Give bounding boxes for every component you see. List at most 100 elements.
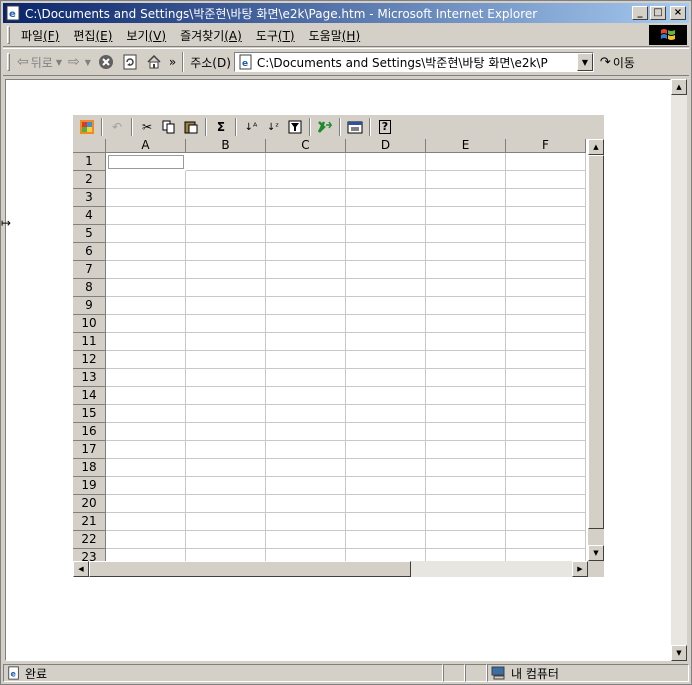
autofilter-button[interactable] bbox=[284, 116, 306, 138]
select-all-corner[interactable] bbox=[73, 139, 106, 153]
page-scroll-down-button[interactable]: ▼ bbox=[671, 645, 687, 661]
grid-cell[interactable] bbox=[186, 189, 266, 207]
grid-cell[interactable] bbox=[426, 513, 506, 531]
help-button[interactable]: ? bbox=[374, 116, 396, 138]
sheet-scroll-left-button[interactable]: ◀ bbox=[73, 561, 89, 577]
stop-button[interactable] bbox=[97, 53, 115, 71]
grid-cell[interactable] bbox=[266, 315, 346, 333]
grid-cell[interactable] bbox=[346, 351, 426, 369]
grid-cell[interactable] bbox=[506, 495, 586, 513]
grid-cell[interactable] bbox=[426, 495, 506, 513]
grid-cell[interactable] bbox=[186, 459, 266, 477]
grid-cell[interactable] bbox=[186, 405, 266, 423]
grid-cell[interactable] bbox=[106, 531, 186, 549]
page-vertical-scrollbar[interactable]: ▲ ▼ bbox=[671, 79, 687, 661]
close-button[interactable]: × bbox=[670, 6, 686, 20]
refresh-button[interactable] bbox=[121, 53, 139, 71]
go-button[interactable]: ↷ 이동 bbox=[600, 54, 635, 71]
column-header[interactable]: E bbox=[426, 139, 506, 153]
grid-cell[interactable] bbox=[346, 261, 426, 279]
sort-ascending-button[interactable]: ↓ᴬ bbox=[240, 116, 262, 138]
grid-cell[interactable] bbox=[106, 279, 186, 297]
grid-cell[interactable] bbox=[426, 297, 506, 315]
menu-edit[interactable]: 편집(E) bbox=[66, 25, 119, 46]
back-button[interactable]: ⇦ 뒤로 ▼ bbox=[14, 51, 65, 73]
menu-favorites[interactable]: 즐겨찾기(A) bbox=[173, 25, 249, 46]
grid-cell[interactable] bbox=[346, 279, 426, 297]
row-header[interactable]: 13 bbox=[73, 369, 106, 387]
forward-button[interactable]: ⇨ ▼ bbox=[65, 51, 94, 73]
row-header[interactable]: 9 bbox=[73, 297, 106, 315]
grid-cell[interactable] bbox=[106, 171, 186, 189]
grid-cell[interactable] bbox=[506, 261, 586, 279]
row-header[interactable]: 7 bbox=[73, 261, 106, 279]
row-header[interactable]: 15 bbox=[73, 405, 106, 423]
grid-cell[interactable] bbox=[426, 549, 506, 561]
grid-cell[interactable] bbox=[186, 369, 266, 387]
grid-cell[interactable] bbox=[506, 405, 586, 423]
grid-cell[interactable] bbox=[426, 369, 506, 387]
grid-cell[interactable] bbox=[106, 387, 186, 405]
grid-cell[interactable] bbox=[506, 225, 586, 243]
grid-cell[interactable] bbox=[426, 531, 506, 549]
grid-cell[interactable] bbox=[186, 279, 266, 297]
row-header[interactable]: 14 bbox=[73, 387, 106, 405]
grid-cell[interactable] bbox=[506, 333, 586, 351]
address-bar[interactable]: e C:\Documents and Settings\박준현\바탕 화면\e2… bbox=[233, 52, 594, 72]
grid-cell[interactable] bbox=[266, 441, 346, 459]
grid-cell[interactable] bbox=[426, 171, 506, 189]
grid-cell[interactable] bbox=[426, 387, 506, 405]
grid-cell[interactable] bbox=[346, 387, 426, 405]
row-header[interactable]: 12 bbox=[73, 351, 106, 369]
sheet-scroll-right-button[interactable]: ▶ bbox=[572, 561, 588, 577]
menu-view[interactable]: 보기(V) bbox=[119, 25, 173, 46]
grid-cell[interactable] bbox=[426, 207, 506, 225]
grid-cell[interactable] bbox=[506, 351, 586, 369]
grid-cell[interactable] bbox=[266, 243, 346, 261]
sheet-horizontal-scrollbar[interactable]: ◀ ▶ bbox=[73, 561, 588, 577]
grid-cell[interactable] bbox=[266, 549, 346, 561]
grid-cell[interactable] bbox=[266, 387, 346, 405]
grid-cell[interactable] bbox=[266, 405, 346, 423]
row-header[interactable]: 21 bbox=[73, 513, 106, 531]
sheet-scroll-up-button[interactable]: ▲ bbox=[588, 139, 604, 155]
grid-cell[interactable] bbox=[426, 459, 506, 477]
active-cell[interactable] bbox=[106, 153, 186, 171]
autosum-button[interactable]: Σ bbox=[210, 116, 232, 138]
grid-cell[interactable] bbox=[346, 423, 426, 441]
row-header[interactable]: 5 bbox=[73, 225, 106, 243]
grid-cell[interactable] bbox=[266, 225, 346, 243]
grid-cell[interactable] bbox=[266, 369, 346, 387]
grid-cell[interactable] bbox=[266, 207, 346, 225]
grid-cell[interactable] bbox=[266, 495, 346, 513]
grid-cell[interactable] bbox=[266, 153, 346, 171]
grid-cell[interactable] bbox=[426, 333, 506, 351]
undo-button[interactable]: ↶ bbox=[106, 116, 128, 138]
sheet-vertical-thumb[interactable] bbox=[588, 155, 604, 529]
grid-cell[interactable] bbox=[106, 261, 186, 279]
grid-cell[interactable] bbox=[266, 423, 346, 441]
grid-cell[interactable] bbox=[106, 369, 186, 387]
sheet-vertical-scrollbar[interactable]: ▲ ▼ bbox=[588, 139, 604, 561]
sort-descending-button[interactable]: ↓ᶻ bbox=[262, 116, 284, 138]
grid-cell[interactable] bbox=[106, 477, 186, 495]
grid-cell[interactable] bbox=[506, 477, 586, 495]
row-header[interactable]: 11 bbox=[73, 333, 106, 351]
row-header[interactable]: 16 bbox=[73, 423, 106, 441]
grid-cell[interactable] bbox=[506, 531, 586, 549]
office-logo-button[interactable] bbox=[76, 116, 98, 138]
sheet-scroll-down-button[interactable]: ▼ bbox=[588, 545, 604, 561]
grid-cell[interactable] bbox=[186, 333, 266, 351]
column-header[interactable]: C bbox=[266, 139, 346, 153]
row-header[interactable]: 2 bbox=[73, 171, 106, 189]
grid-cell[interactable] bbox=[346, 459, 426, 477]
grid-cell[interactable] bbox=[266, 279, 346, 297]
grid-cell[interactable] bbox=[506, 279, 586, 297]
grid-cell[interactable] bbox=[106, 513, 186, 531]
spreadsheet-grid[interactable]: A B C D E F 1 2 3 4 5 6 7 8 9 10 11 12 13 14 15 16 17 18 1… bbox=[73, 139, 588, 561]
row-header[interactable]: 1 bbox=[73, 153, 106, 171]
grid-cell[interactable] bbox=[346, 333, 426, 351]
grid-cell[interactable] bbox=[506, 297, 586, 315]
grid-cell[interactable] bbox=[346, 153, 426, 171]
grid-cell[interactable] bbox=[106, 297, 186, 315]
